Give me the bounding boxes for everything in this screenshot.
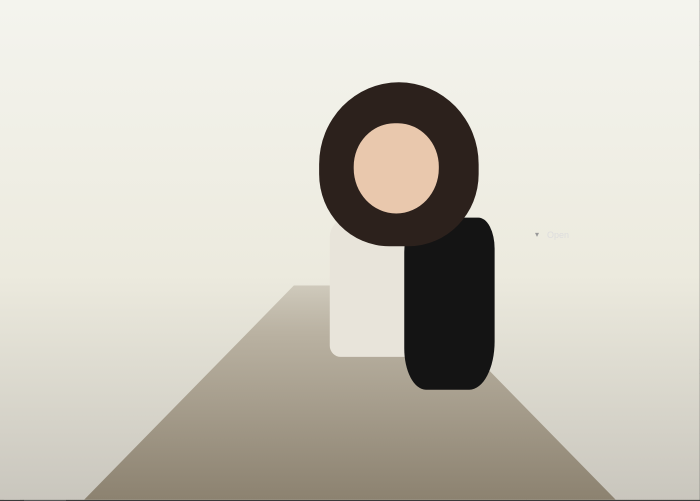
history-thumb-icon [533, 181, 569, 211]
right-panels: Navigator 30% ▾ History [526, 46, 700, 500]
history-step-open[interactable]: Open [531, 229, 696, 241]
history-snapshot[interactable]: shutterstock_2261525421.jpg 4528x3016, R… [531, 179, 696, 227]
history-panel: shutterstock_2261525421.jpg 4528x3016, R… [527, 175, 700, 245]
